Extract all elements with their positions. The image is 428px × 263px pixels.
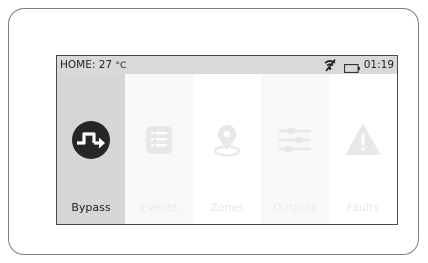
menu-tiles: Bypass Events Zones Outputs Faults <box>57 74 397 224</box>
tile-events-label: Events <box>140 201 178 214</box>
tile-faults-label: Faults <box>346 201 380 214</box>
tile-events[interactable]: Events <box>125 74 193 224</box>
tile-outputs[interactable]: Outputs <box>261 74 329 224</box>
touch-screen: HOME: 27 °C 01:19 Bypass Events Zones Ou… <box>56 55 398 225</box>
clock-time: 01:19 <box>363 59 394 71</box>
tile-outputs-label: Outputs <box>273 201 317 214</box>
tile-bypass[interactable]: Bypass <box>57 74 125 224</box>
tile-faults[interactable]: Faults <box>329 74 397 224</box>
status-bar: HOME: 27 °C 01:19 <box>57 56 397 74</box>
home-temperature: HOME: 27 °C <box>60 56 126 75</box>
home-temperature-label: HOME: 27 <box>60 59 113 71</box>
bypass-icon <box>71 120 111 160</box>
tile-bypass-label: Bypass <box>71 201 111 214</box>
tile-zones-label: Zones <box>210 201 244 214</box>
keypad-device-frame: HOME: 27 °C 01:19 Bypass Events Zones Ou… <box>8 8 419 255</box>
no-signal-icon <box>323 58 337 72</box>
temperature-unit: °C <box>115 61 127 71</box>
zone-location-icon <box>207 120 247 160</box>
status-indicators: 01:19 <box>323 56 394 74</box>
battery-icon <box>343 61 360 73</box>
tile-zones[interactable]: Zones <box>193 74 261 224</box>
outputs-sliders-icon <box>275 120 315 160</box>
events-list-icon <box>139 120 179 160</box>
fault-warning-icon <box>343 120 383 160</box>
